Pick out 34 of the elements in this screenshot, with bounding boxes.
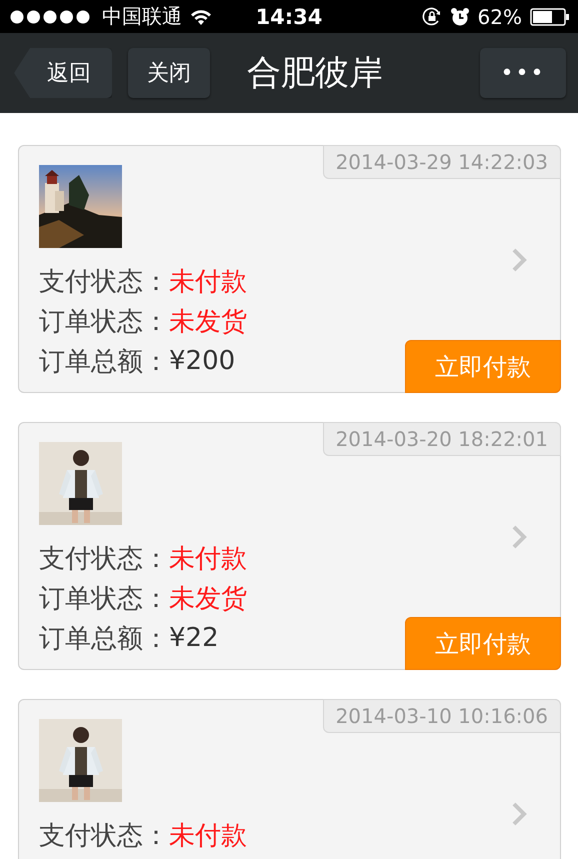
rotation-lock-icon xyxy=(422,6,442,26)
field-label: 订单总额： xyxy=(39,346,169,378)
order-card[interactable]: 2014-03-10 10:16:06 支付状态：未付款 xyxy=(18,699,561,859)
field-label: 订单状态： xyxy=(39,306,169,338)
order-card[interactable]: 2014-03-20 18:22:01 支付状态：未付款 订单状态：未发货 订单总额：¥22 立即付款 xyxy=(18,422,561,670)
field-label: 支付状态： xyxy=(39,820,169,852)
status-value: 未发货 xyxy=(169,582,247,616)
amount-value: ¥22 xyxy=(169,623,219,653)
back-button[interactable]: 返回 xyxy=(14,48,112,98)
close-button[interactable]: 关闭 xyxy=(128,48,210,98)
clock-time: 14:34 xyxy=(256,4,322,28)
field-label: 支付状态： xyxy=(39,266,169,298)
field-label: 订单状态： xyxy=(39,582,169,616)
status-value: 未发货 xyxy=(169,306,247,338)
chevron-right-icon xyxy=(511,247,527,273)
amount-value: ¥200 xyxy=(169,346,236,376)
status-value: 未付款 xyxy=(169,266,247,298)
battery-icon xyxy=(530,8,570,26)
order-time: 2014-03-20 18:22:01 xyxy=(322,422,561,456)
alarm-icon xyxy=(450,6,470,26)
page-title: 合肥彼岸 xyxy=(246,52,384,95)
field-label: 订单总额： xyxy=(39,622,169,656)
wifi-icon xyxy=(190,8,212,24)
more-button[interactable]: ••• xyxy=(480,48,566,98)
chevron-right-icon xyxy=(511,801,527,827)
status-value: 未付款 xyxy=(169,820,247,852)
order-time: 2014-03-10 10:16:06 xyxy=(322,699,561,733)
chevron-right-icon xyxy=(511,524,527,550)
carrier-name: 中国联通 xyxy=(102,3,182,30)
battery-percentage: 62% xyxy=(478,4,522,28)
order-card[interactable]: 2014-03-29 14:22:03 支付状态：未付款 订单状态：未发货 订单总额：¥200 立即付款 xyxy=(18,145,561,393)
field-label: 支付状态： xyxy=(39,542,169,576)
order-time: 2014-03-29 14:22:03 xyxy=(322,145,561,179)
status-value: 未付款 xyxy=(169,542,247,576)
